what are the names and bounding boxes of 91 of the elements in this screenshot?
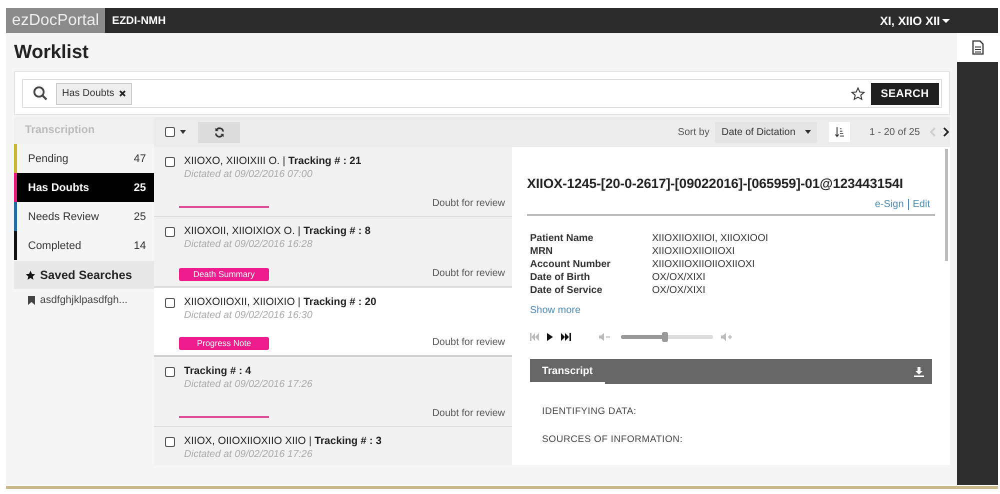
transcript-text: IDENTIFYING DATA: [541, 406, 638, 417]
checkbox[interactable] [165, 437, 175, 447]
scrollbar[interactable] [945, 149, 948, 261]
document-card[interactable]: XIIOXO, XIIOIXIII O. | Tracking # : 21 Dictated at 09/02/2016 07:00 Doubt for review [154, 147, 512, 217]
transcript-text: SOURCES OF INFORMATION: [541, 434, 684, 445]
item-count: 25 [134, 182, 146, 194]
checkbox[interactable] [165, 298, 175, 308]
dictation-time: Dictated at 09/02/2016 17:26 [184, 449, 314, 462]
sidebar-item[interactable]: Needs Review 25 [14, 202, 154, 231]
status-text: Doubt for review [432, 408, 505, 419]
checkbox[interactable] [165, 367, 175, 377]
dictation-time: Dictated at 09/02/2016 16:30 [184, 310, 314, 323]
status-text: Doubt for review [432, 337, 505, 348]
search-icon [33, 86, 48, 101]
close-icon[interactable] [119, 90, 126, 97]
document-tab[interactable] [957, 33, 998, 62]
user-menu[interactable]: XI, XIIO XII [880, 14, 950, 28]
dictation-time: Dictated at 09/02/2016 07:00 [184, 169, 314, 182]
select-all-dropdown[interactable] [165, 127, 186, 137]
volume-slider[interactable] [621, 335, 713, 339]
download-icon[interactable] [914, 366, 924, 376]
search-button[interactable]: SEARCH [870, 82, 939, 104]
sort-value: Date of Dictation [721, 126, 796, 138]
item-count: 14 [134, 240, 146, 252]
saved-searches-title: Saved Searches [40, 268, 132, 282]
item-label: Has Doubts [28, 182, 90, 194]
item-label: Needs Review [28, 210, 100, 222]
action-link[interactable]: Edit [912, 199, 930, 210]
facility-name: EZDI-NMH [112, 14, 166, 26]
document-id-title: XIIOX-1245-[20-0-2617]-[09022016]-[065959]-01@123443154I [527, 176, 904, 191]
refresh-button[interactable] [198, 122, 240, 142]
document-title: XIIOXOIIOXII, XIIOIXIO | Tracking # : 20 [184, 296, 378, 310]
document-title: XIIOX, OIIOXIIOXIIO XIIO | Tracking # : 3 [184, 435, 383, 449]
slider-thumb[interactable] [662, 332, 668, 342]
field-value: OX/OX/XIXI [652, 285, 706, 296]
caret-icon [180, 130, 186, 134]
dictation-time: Dictated at 09/02/2016 16:28 [184, 239, 314, 252]
dictation-time: Dictated at 09/02/2016 17:26 [184, 379, 314, 392]
document-card[interactable]: XIIOXOIIOXII, XIIOIXIO | Tracking # : 20 Dictated at 09/02/2016 16:30 Progress Note Doubt for review [154, 287, 512, 357]
bookmark-icon [28, 296, 35, 304]
saved-search-item[interactable]: asdfghjklpasdfgh... [14, 289, 154, 306]
field-value: OX/OX/XIXI [652, 272, 706, 283]
checkbox[interactable] [165, 157, 175, 167]
status-text: Doubt for review [432, 268, 505, 279]
document-title: XIIOXOII, XIIOIXIOX O. | Tracking # : 8 [184, 225, 372, 239]
field-value: XIIOXIIOXIIOI, XIIOXIOOI [652, 233, 770, 244]
sort-icon [835, 126, 844, 138]
checkbox[interactable] [165, 227, 175, 237]
sidebar-item[interactable]: Completed 14 [14, 231, 154, 260]
filter-chip[interactable]: Has Doubts [56, 82, 132, 104]
page-range: 1 - 20 of 25 [869, 126, 920, 138]
field-label: Date of Birth [530, 272, 591, 283]
caret-icon [805, 130, 812, 134]
refresh-icon [214, 126, 224, 138]
item-label: Pending [28, 152, 70, 164]
sort-order-button[interactable] [829, 122, 850, 142]
field-value: XIIOXIIOXIIOIIOXI [652, 246, 736, 257]
field-value: XIIOXIIOXIIOIIOXIIOXI [652, 259, 756, 270]
caret-icon [942, 18, 950, 24]
sort-dropdown[interactable]: Date of Dictation [715, 122, 818, 142]
status-text: Doubt for review [432, 198, 505, 209]
document-title: Tracking # : 4 [184, 365, 252, 379]
sidebar-item[interactable]: Has Doubts 25 [14, 173, 154, 202]
saved-search-label: asdfghjklpasdfgh... [40, 294, 128, 306]
field-label: Account Number [530, 259, 612, 270]
star-icon [25, 270, 36, 280]
action-link[interactable]: e-Sign [874, 199, 904, 210]
item-label: Completed [28, 240, 82, 252]
field-label: MRN [530, 246, 554, 257]
transcript-tab[interactable]: Transcript [530, 359, 605, 384]
document-card[interactable]: XIIOXOII, XIIOIXIOX O. | Tracking # : 8 Dictated at 09/02/2016 16:28 Death Summary Doubt for review [154, 217, 512, 287]
chevron-right-icon[interactable] [943, 127, 949, 137]
show-more-link[interactable]: Show more [530, 305, 581, 316]
document-title: XIIOXO, XIIOIXIII O. | Tracking # : 21 [184, 155, 362, 169]
document-card[interactable]: XIIOX, OIIOXIIOXIIO XIIO | Tracking # : 3 Dictated at 09/02/2016 17:26 [154, 427, 512, 465]
star-icon[interactable] [850, 86, 865, 100]
chip-label: Has Doubts [62, 88, 114, 99]
document-type-tag: Progress Note [179, 337, 269, 350]
item-count: 47 [134, 152, 146, 164]
search-field[interactable]: Has Doubts SEARCH [22, 79, 942, 108]
sort-label: Sort by [678, 126, 710, 138]
sidebar-item[interactable]: Pending 47 [14, 144, 154, 173]
item-count: 25 [134, 210, 146, 222]
skip-forward-icon[interactable] [561, 333, 571, 341]
field-label: Patient Name [530, 233, 594, 244]
page-title: Worklist [14, 42, 90, 64]
field-label: Date of Service [530, 285, 604, 296]
document-icon [972, 40, 984, 55]
document-card[interactable]: Tracking # : 4 Dictated at 09/02/2016 17:26 Doubt for review [154, 357, 512, 427]
document-type-tag: Death Summary [179, 268, 269, 281]
play-icon[interactable] [547, 333, 553, 341]
